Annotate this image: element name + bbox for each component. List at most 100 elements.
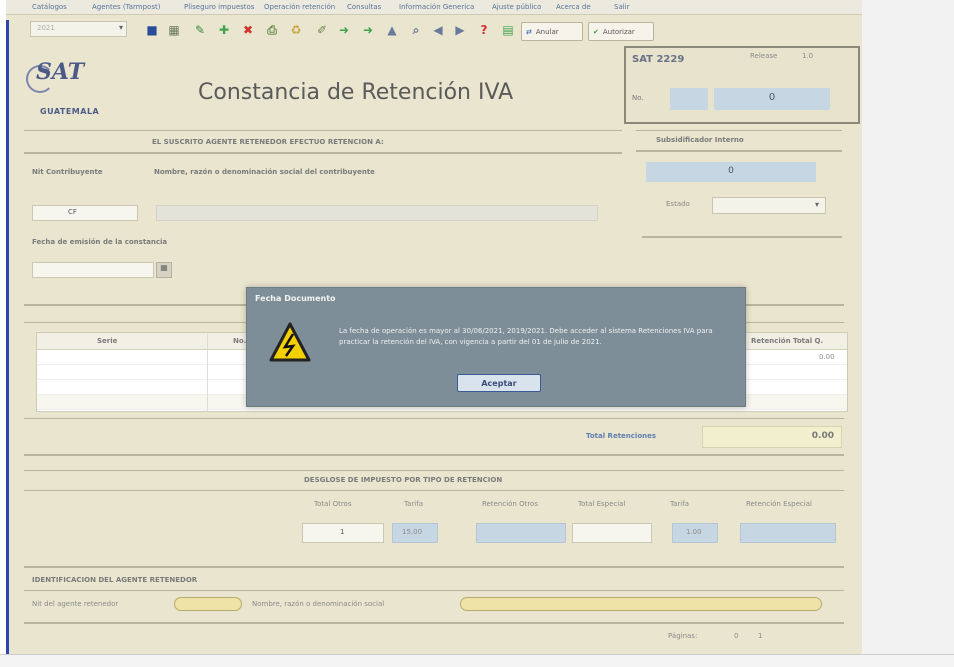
autorizar-button[interactable]: ✔ Autorizar xyxy=(588,22,654,41)
save-icon[interactable]: ■ xyxy=(144,22,160,38)
page-current: 0 xyxy=(734,632,739,640)
year-select[interactable]: 2021 ▾ xyxy=(30,21,127,37)
year-select-value: 2021 xyxy=(37,24,55,32)
accept-button[interactable]: Aceptar xyxy=(457,374,541,392)
green-arrow-icon[interactable]: ➜ xyxy=(336,22,352,38)
col-tarifa-otros: Tarifa xyxy=(404,500,423,508)
column-divider xyxy=(207,333,208,411)
toolbar: 2021 ▾ ■ ▦ ✎ ✚ ✖ ⎙ ♻ ✐ ➜ ➜ ▲ ⌕ ◀ ▶ ? ▤ ⇄… xyxy=(6,16,862,46)
nit-value: CF xyxy=(68,208,77,216)
col-total-especial: Total Especial xyxy=(578,500,626,508)
anular-button[interactable]: ⇄ Anular xyxy=(521,22,583,41)
retencion-especial-field xyxy=(740,523,836,543)
agent-heading: IDENTIFICACION DEL AGENTE RETENEDOR xyxy=(32,576,198,584)
col-tarifa-especial: Tarifa xyxy=(670,500,689,508)
menu-agentes[interactable]: Agentes (Tarmpost) xyxy=(92,3,160,11)
logo-text: SAT xyxy=(36,59,85,85)
col-no: No. xyxy=(233,337,247,345)
book-icon[interactable]: ▤ xyxy=(500,22,516,38)
logo-country: GUATEMALA xyxy=(40,107,100,116)
chevron-down-icon: ▾ xyxy=(814,200,819,209)
col-total-otros: Total Otros xyxy=(314,500,352,508)
date-input[interactable] xyxy=(32,262,154,278)
calendar-icon[interactable]: ▦ xyxy=(156,262,172,278)
app-window: Catálogos Agentes (Tarmpost) Pliseguro i… xyxy=(6,0,862,666)
nit-label: Nit Contribuyente xyxy=(32,168,103,176)
tarifa-otros-value: 15.00 xyxy=(402,528,423,536)
divider xyxy=(24,590,844,591)
autorizar-label: Autorizar xyxy=(602,27,635,36)
clear-icon[interactable]: ♻ xyxy=(288,22,304,38)
up-icon[interactable]: ▲ xyxy=(384,22,400,38)
sat-logo: SAT GUATEMALA xyxy=(26,55,126,125)
taskbar xyxy=(0,654,954,667)
menu-ajuste[interactable]: Ajuste público xyxy=(492,3,541,11)
menu-operacion[interactable]: Operación retención xyxy=(264,3,335,11)
page-total: 1 xyxy=(758,632,763,640)
agent-nit-input[interactable] xyxy=(174,597,242,611)
calc-icon[interactable]: ▦ xyxy=(166,22,182,38)
retencion-otros-field xyxy=(476,523,566,543)
search-icon[interactable]: ⌕ xyxy=(408,22,424,38)
total-otros-value: 1 xyxy=(340,528,345,536)
anular-icon: ⇄ xyxy=(526,27,532,36)
divider xyxy=(24,130,622,131)
col-retencion-total: Retención Total Q. xyxy=(751,337,824,345)
page-title: Constancia de Retención IVA xyxy=(198,80,514,105)
anular-label: Anular xyxy=(535,27,559,36)
menu-impuestos[interactable]: Pliseguro impuestos xyxy=(184,3,254,11)
col-retencion-especial: Retención Especial xyxy=(746,500,812,508)
alert-dialog: Fecha Documento La fecha de operación es… xyxy=(246,287,746,407)
date-label: Fecha de emisión de la constancia xyxy=(32,238,168,246)
sub-id-value: 0 xyxy=(728,166,734,176)
green-arrow-icon[interactable]: ➜ xyxy=(360,22,376,38)
menu-informacion[interactable]: Información Generica xyxy=(399,3,474,11)
print-icon[interactable]: ⎙ xyxy=(264,22,280,38)
number-label: No. xyxy=(632,94,644,102)
total-label: Total Retenciones xyxy=(586,432,657,440)
estado-label: Estado xyxy=(666,200,690,208)
divider xyxy=(24,152,622,154)
agent-nit-label: Nit del agente retenedor xyxy=(32,600,119,608)
total-value: 0.00 xyxy=(811,431,834,441)
breakdown-heading: DESGLOSE DE IMPUESTO POR TIPO DE RETENCI… xyxy=(304,476,503,484)
estado-select[interactable]: ▾ xyxy=(712,197,826,214)
divider xyxy=(636,150,842,152)
name-label: Nombre, razón o denominación social del … xyxy=(154,168,375,176)
agent-name-input[interactable] xyxy=(460,597,822,611)
divider xyxy=(636,130,842,131)
col-serie: Serie xyxy=(97,337,118,345)
menu-salir[interactable]: Salir xyxy=(614,3,630,11)
divider xyxy=(24,490,844,491)
dialog-message: La fecha de operación es mayor al 30/06/… xyxy=(339,327,713,346)
dialog-title: Fecha Documento xyxy=(255,294,336,303)
number-prefix-field xyxy=(670,88,708,110)
nit-input[interactable] xyxy=(32,205,138,221)
agent-name-label: Nombre, razón o denominación social xyxy=(252,600,385,608)
divider xyxy=(642,236,842,238)
side-heading: Subsidificador Interno xyxy=(656,136,744,144)
add-icon[interactable]: ✚ xyxy=(216,22,232,38)
divider xyxy=(24,470,844,471)
menu-bar: Catálogos Agentes (Tarmpost) Pliseguro i… xyxy=(6,0,862,15)
divider xyxy=(24,622,844,624)
edit-icon[interactable]: ✐ xyxy=(314,22,330,38)
row-retention-value: 0.00 xyxy=(819,353,835,361)
form-id-box: SAT 2229 Release 1.0 No. 0 xyxy=(624,46,860,124)
back-icon[interactable]: ◀ xyxy=(430,22,446,38)
forward-icon[interactable]: ▶ xyxy=(452,22,468,38)
menu-acerca[interactable]: Acerca de xyxy=(556,3,591,11)
help-icon[interactable]: ? xyxy=(476,22,492,38)
tarifa-especial-value: 1.00 xyxy=(686,528,702,536)
delete-icon[interactable]: ✖ xyxy=(240,22,256,38)
contributor-name-input[interactable] xyxy=(156,205,598,221)
total-especial-input[interactable] xyxy=(572,523,652,543)
menu-catalogos[interactable]: Catálogos xyxy=(32,3,67,11)
warning-icon xyxy=(269,322,311,362)
menu-consultas[interactable]: Consultas xyxy=(347,3,381,11)
version-label: Release xyxy=(750,52,778,60)
section-heading: EL SUSCRITO AGENTE RETENEDOR EFECTUO RET… xyxy=(152,138,384,146)
pages-label: Páginas: xyxy=(668,632,698,640)
col-retencion-otros: Retención Otros xyxy=(482,500,538,508)
pencil-icon[interactable]: ✎ xyxy=(192,22,208,38)
